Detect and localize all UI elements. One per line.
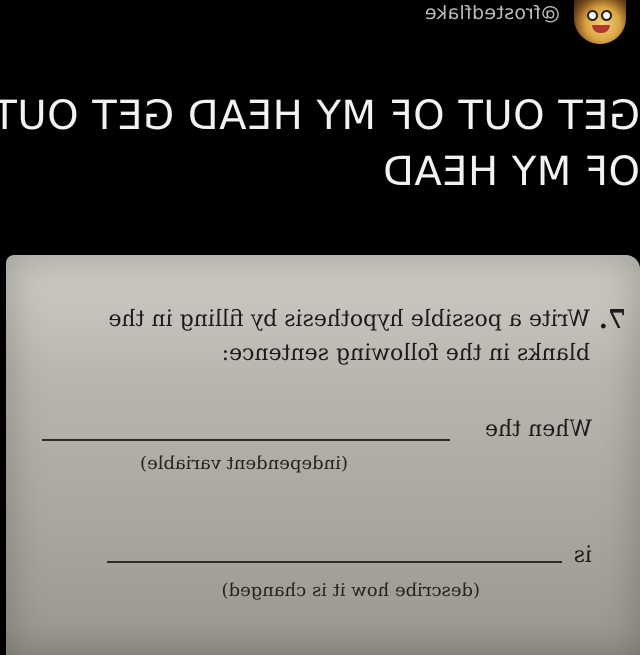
question-line: Write a possible hypothesis by filling i…	[108, 307, 590, 332]
mirrored-screenshot: @frostedflake GET OUT OF MY HEAD GET OUT…	[0, 0, 640, 655]
caption-line: GET OUT OF MY HEAD GET OUT	[0, 93, 640, 139]
blank2-line	[107, 561, 562, 563]
blank1-prefix: When the	[485, 417, 592, 442]
post-header: @frostedflake	[0, 0, 640, 50]
caption-line: OF MY HEAD	[382, 149, 640, 195]
username[interactable]: @frostedflake	[425, 2, 560, 24]
blank2-hint: (describe how it is changed)	[221, 580, 480, 601]
blank1-hint: (independent variable)	[140, 453, 348, 474]
blank1-line	[42, 439, 450, 441]
avatar-eye-icon	[601, 10, 612, 21]
question-line: blanks in the following sentence:	[221, 341, 590, 366]
avatar[interactable]	[574, 0, 626, 44]
post-caption: GET OUT OF MY HEAD GET OUT OF MY HEAD	[0, 88, 640, 200]
avatar-mouth-icon	[592, 25, 610, 33]
avatar-eye-icon	[587, 10, 598, 21]
worksheet-photo: 7. Write a possible hypothesis by fillin…	[6, 255, 640, 655]
question-text: Write a possible hypothesis by filling i…	[30, 303, 590, 371]
question-number: 7.	[598, 305, 626, 335]
blank2-prefix: is	[573, 543, 592, 568]
